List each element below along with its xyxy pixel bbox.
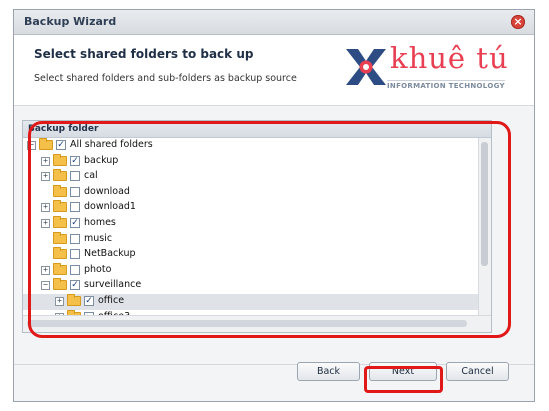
cancel-button[interactable]: Cancel (446, 362, 509, 381)
back-button[interactable]: Back (297, 362, 360, 381)
logo-x-icon (346, 49, 386, 85)
wizard-header: Select shared folders to back up Select … (14, 35, 534, 106)
window-title: Backup Wizard (24, 15, 117, 28)
logo-text: khuê tú (390, 41, 509, 75)
page-heading: Select shared folders to back up (34, 47, 254, 61)
page-subheading: Select shared folders and sub-folders as… (34, 73, 297, 84)
brand-logo: khuê tú INFORMATION TECHNOLOGY (342, 41, 522, 99)
title-bar: Backup Wizard × (14, 10, 534, 35)
logo-tagline: INFORMATION TECHNOLOGY (387, 80, 505, 90)
red-highlight-next-button (364, 366, 443, 393)
close-icon[interactable]: × (511, 15, 525, 29)
red-highlight-folder-panel (28, 121, 511, 338)
